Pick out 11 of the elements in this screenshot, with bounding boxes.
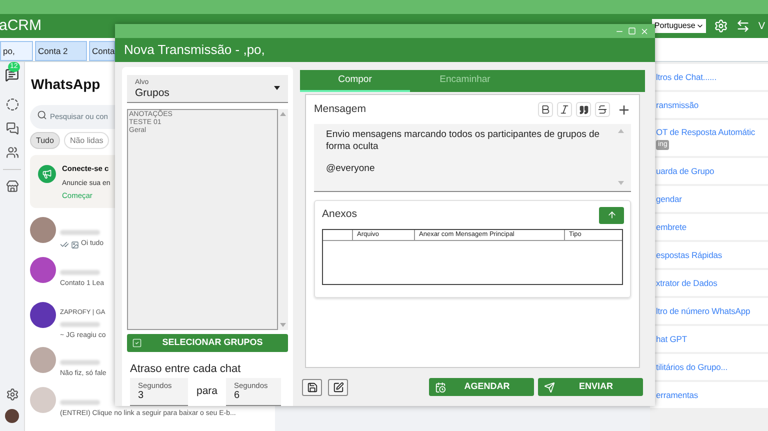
attachments-title: Anexos	[322, 207, 358, 222]
message-text: Envio mensagens marcando todos os participantes de grupos de forma oculta	[326, 128, 601, 153]
dialog-title: Nova Transmissão - ,po,	[124, 41, 265, 60]
message-text: @everyone	[326, 162, 376, 175]
panel-title: WhatsApp	[30, 75, 100, 94]
brand-name: aCRM	[0, 16, 42, 36]
version-label: V	[758, 20, 765, 34]
field-value: Grupos	[135, 88, 170, 98]
delay-label: Atraso entre cada chat	[130, 362, 242, 376]
range-separator: para	[195, 384, 218, 400]
message-label: Mensagem	[314, 102, 366, 117]
